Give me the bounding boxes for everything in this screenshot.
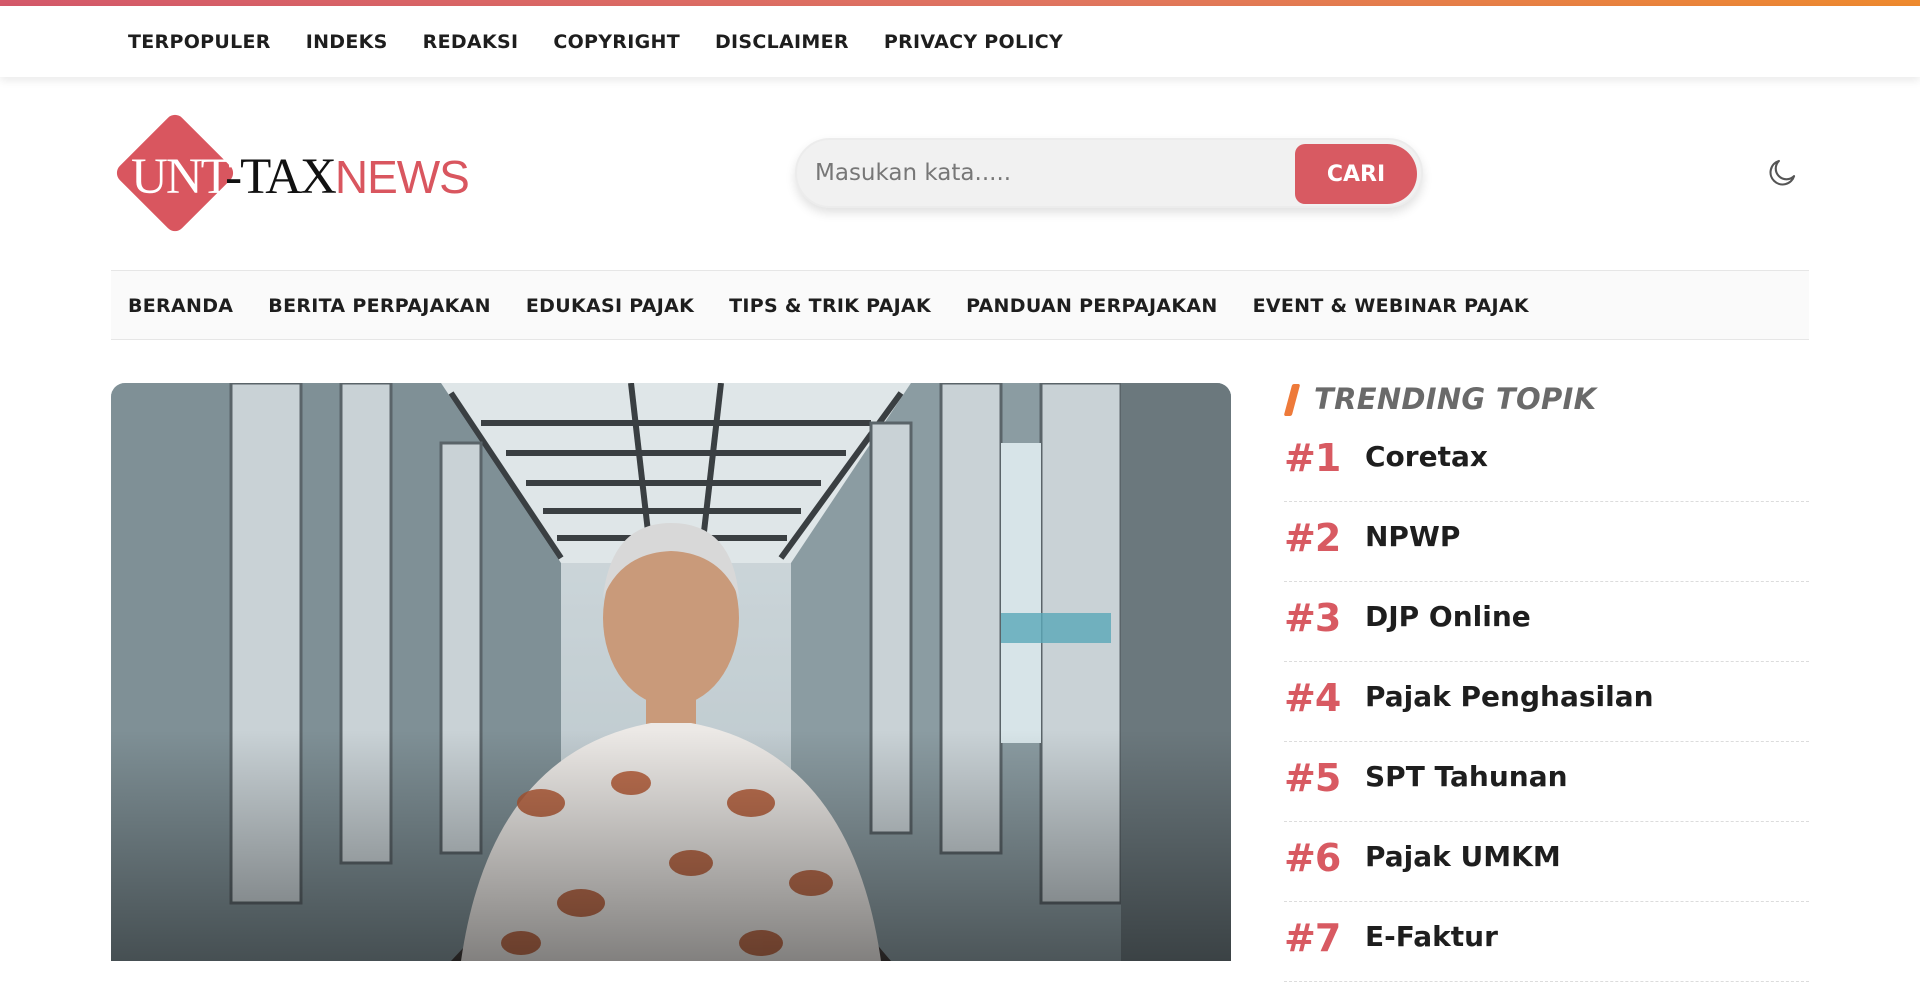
trending-label: DJP Online <box>1365 600 1531 633</box>
top-nav: TERPOPULER INDEKS REDAKSI COPYRIGHT DISC… <box>128 31 1098 53</box>
trending-label: Coretax <box>1365 440 1488 473</box>
top-nav-disclaimer[interactable]: DISCLAIMER <box>715 31 849 53</box>
search-input[interactable] <box>815 152 1265 194</box>
main-nav: BERANDA BERITA PERPAJAKAN EDUKASI PAJAK … <box>111 270 1809 340</box>
main-nav-tips-trik-pajak[interactable]: TIPS & TRIK PAJAK <box>729 295 931 317</box>
trending-rank: #2 <box>1284 516 1341 560</box>
trending-item[interactable]: #5 SPT Tahunan <box>1284 742 1809 822</box>
trending-item[interactable]: #4 Pajak Penghasilan <box>1284 662 1809 742</box>
trending-rank: #5 <box>1284 756 1341 800</box>
trending-rank: #4 <box>1284 676 1341 720</box>
main-nav-berita-perpajakan[interactable]: BERITA PERPAJAKAN <box>268 295 491 317</box>
trending-item[interactable]: #2 NPWP <box>1284 502 1809 582</box>
main-nav-edukasi-pajak[interactable]: EDUKASI PAJAK <box>526 295 694 317</box>
main-nav-event-webinar-pajak[interactable]: EVENT & WEBINAR PAJAK <box>1253 295 1529 317</box>
theme-toggle-button[interactable] <box>1765 156 1799 190</box>
trending-header: TRENDING TOPIK <box>1283 380 1809 425</box>
trending-rank: #3 <box>1284 596 1341 640</box>
main-nav-panduan-perpajakan[interactable]: PANDUAN PERPAJAKAN <box>966 295 1218 317</box>
featured-article-image[interactable] <box>111 383 1231 961</box>
moon-icon <box>1769 159 1796 186</box>
accent-slash-icon <box>1283 384 1301 416</box>
trending-title: TRENDING TOPIK <box>1314 382 1597 416</box>
logo-wordmark: UNT-TAXNEWS <box>131 149 470 205</box>
trending-item[interactable]: #6 Pajak UMKM <box>1284 822 1809 902</box>
search-button[interactable]: CARI <box>1295 144 1417 204</box>
site-logo[interactable]: UNT-TAXNEWS <box>110 110 470 236</box>
trending-label: NPWP <box>1365 520 1461 553</box>
top-nav-privacy-policy[interactable]: PRIVACY POLICY <box>884 31 1063 53</box>
trending-label: SPT Tahunan <box>1365 760 1568 793</box>
trending-label: Pajak Penghasilan <box>1365 680 1654 713</box>
trending-topics-panel: TRENDING TOPIK #1 Coretax #2 NPWP #3 DJP… <box>1283 380 1809 982</box>
top-nav-indeks[interactable]: INDEKS <box>306 31 388 53</box>
trending-item[interactable]: #7 E-Faktur <box>1284 902 1809 982</box>
main-nav-beranda[interactable]: BERANDA <box>128 295 233 317</box>
top-nav-terpopuler[interactable]: TERPOPULER <box>128 31 271 53</box>
trending-item[interactable]: #3 DJP Online <box>1284 582 1809 662</box>
top-utility-bar: TERPOPULER INDEKS REDAKSI COPYRIGHT DISC… <box>0 6 1920 77</box>
top-nav-copyright[interactable]: COPYRIGHT <box>553 31 680 53</box>
trending-label: E-Faktur <box>1365 920 1498 953</box>
trending-rank: #7 <box>1284 916 1341 960</box>
trending-rank: #1 <box>1284 436 1341 480</box>
search-form: CARI <box>795 138 1423 208</box>
trending-label: Pajak UMKM <box>1365 840 1561 873</box>
trending-rank: #6 <box>1284 836 1341 880</box>
featured-article-photo <box>111 383 1231 961</box>
main-nav-list: BERANDA BERITA PERPAJAKAN EDUKASI PAJAK … <box>128 295 1564 317</box>
top-nav-redaksi[interactable]: REDAKSI <box>423 31 519 53</box>
trending-item[interactable]: #1 Coretax <box>1284 422 1809 502</box>
